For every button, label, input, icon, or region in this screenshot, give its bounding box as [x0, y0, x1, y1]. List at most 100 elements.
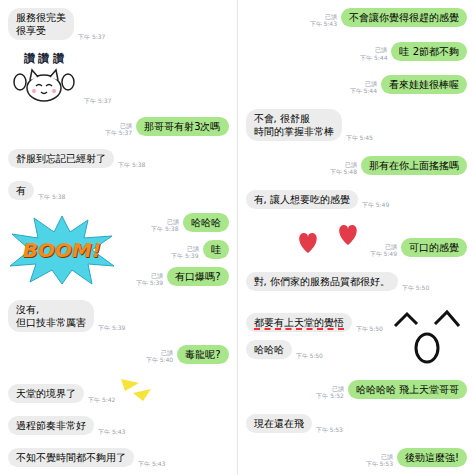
message-text: 看來娃娃很棒喔	[389, 79, 459, 90]
message-bubble: 哈哈哈	[246, 340, 292, 359]
sticker-text: 讚 讚 讚	[24, 53, 65, 64]
message-meta: 下午 5:45	[346, 134, 373, 141]
message-text: 哈哈哈	[191, 217, 221, 228]
message-text: 現在還在飛	[254, 418, 304, 429]
face-group: 都要有上天堂的覺悟下午 5:50哈哈哈下午 5:50	[246, 306, 468, 366]
message-row: 已讀下午 5:44 哇 2節都不夠	[246, 42, 468, 61]
chat-panel: 服務很完美 很享受下午 5:37讚 讚 讚下午 5:37已讀下午 5:37那哥哥…	[0, 0, 238, 475]
cat-sticker-icon	[12, 64, 76, 104]
message-bubble: 對, 你們家的服務品質都很好。	[246, 272, 398, 291]
message-bubble: 舒服到忘記已經射了	[8, 149, 114, 168]
message-time: 下午 5:38	[118, 161, 145, 168]
message-time: 下午 5:43	[310, 20, 337, 27]
boom-group: BOOM!已讀下午 5:38哈哈哈已讀下午 5:39哇已讀下午 5:39有口爆嗎…	[8, 213, 229, 286]
read-receipt: 已讀	[345, 161, 357, 168]
sticker: 讚 讚 讚	[8, 53, 80, 104]
message-row: 已讀下午 5:53 後勁這麼強!	[246, 448, 468, 467]
message-text: 不知不覺時間都不夠用了	[16, 452, 126, 463]
message-row: 服務很完美 很享受下午 5:37	[8, 8, 229, 40]
message-bubble: 有	[8, 181, 34, 200]
message-time: 下午 5:38	[151, 225, 178, 232]
message-row: 不知不覺時間都不夠用了下午 5:43	[8, 448, 229, 467]
message-bubble: 天堂的境界了	[8, 384, 84, 403]
message-meta: 下午 5:38	[118, 161, 145, 168]
message-time: 下午 5:48	[330, 168, 357, 175]
message-meta: 已讀下午 5:39	[136, 272, 163, 286]
message-text: 那有在你上面搖搖嗎	[369, 160, 459, 171]
message-time: 下午 5:50	[402, 284, 429, 291]
message-meta: 下午 5:50	[296, 352, 323, 359]
message-row: 已讀下午 5:49可口的感覺	[246, 223, 468, 257]
message-meta: 下午 5:39	[98, 324, 125, 331]
message-text: 對, 你們家的服務品質都很好。	[254, 276, 390, 287]
message-bubble: 哈哈哈哈 飛上天堂哥哥	[348, 380, 467, 399]
message-text: 有口爆嗎?	[175, 271, 220, 282]
message-text: 毒龍呢?	[185, 349, 220, 360]
message-row: 已讀下午 5:48 那有在你上面搖搖嗎	[246, 156, 468, 175]
message-meta: 已讀下午 5:44	[350, 80, 377, 94]
message-time: 下午 5:42	[88, 396, 115, 403]
message-row: 已讀下午 5:37那哥哥有射3次嗎	[8, 117, 229, 136]
message-text: 有	[16, 185, 26, 196]
read-receipt: 已讀	[187, 245, 199, 252]
message-row: 讚 讚 讚下午 5:37	[8, 53, 229, 104]
message-bubble: 有口爆嗎?	[167, 267, 228, 286]
message-row: 哈哈哈下午 5:50	[246, 340, 383, 359]
message-time: 下午 5:40	[146, 356, 173, 363]
message-text: 都要有上天堂的覺悟	[254, 317, 344, 330]
message-text: 不會, 很舒服 時間的掌握非常棒	[254, 113, 334, 137]
triangles-icon	[119, 377, 153, 403]
message-row: 現在還在飛下午 5:53	[246, 414, 468, 433]
message-bubble: 沒有, 但口技非常厲害	[8, 300, 94, 332]
message-text: 天堂的境界了	[16, 388, 76, 399]
message-meta: 已讀下午 5:38	[151, 218, 178, 232]
message-meta: 下午 5:43	[138, 460, 165, 467]
message-meta: 下午 5:37	[84, 97, 111, 104]
message-stack: 都要有上天堂的覺悟下午 5:50哈哈哈下午 5:50	[246, 313, 383, 359]
message-time: 下午 5:52	[316, 392, 343, 399]
message-meta: 已讀下午 5:40	[146, 349, 173, 363]
read-receipt: 已讀	[151, 272, 163, 279]
message-bubble: 哇 2節都不夠	[391, 42, 467, 61]
message-bubble: 可口的感覺	[401, 238, 467, 257]
message-text: 哈哈哈	[254, 344, 284, 355]
message-stack: 已讀下午 5:38哈哈哈已讀下午 5:39哇已讀下午 5:39有口爆嗎?	[120, 213, 229, 286]
message-time: 下午 5:50	[296, 352, 323, 359]
message-row: 已讀下午 5:43不會讓你覺得很趕的感覺	[246, 8, 468, 27]
message-row: 已讀下午 5:39哇	[120, 240, 229, 259]
message-row: 舒服到忘記已經射了下午 5:38	[8, 149, 229, 168]
message-time: 下午 5:38	[38, 193, 65, 200]
message-row: 已讀下午 5:38 哈哈哈	[120, 213, 229, 232]
message-meta: 已讀下午 5:53	[366, 453, 393, 467]
message-text: 服務很完美 很享受	[16, 12, 66, 36]
message-meta: 已讀下午 5:48	[330, 161, 357, 175]
hearts-icon	[296, 223, 366, 257]
message-row: 有下午 5:38	[8, 181, 229, 200]
message-time: 下午 5:44	[360, 54, 387, 61]
message-time: 下午 5:37	[105, 129, 132, 136]
message-text: 沒有, 但口技非常厲害	[16, 304, 86, 328]
message-text: 後勁這麼強!	[405, 452, 459, 463]
message-bubble: 不會, 很舒服 時間的掌握非常棒	[246, 109, 342, 141]
message-bubble: 有, 讓人想要吃的感覺	[246, 190, 358, 209]
read-receipt: 已讀	[375, 46, 387, 53]
message-row: 已讀下午 5:39 有口爆嗎?	[120, 267, 229, 286]
message-bubble: 毒龍呢?	[177, 345, 228, 364]
message-time: 下午 5:53	[316, 426, 343, 433]
message-time: 下午 5:37	[78, 33, 105, 40]
message-time: 下午 5:39	[171, 252, 198, 259]
message-time: 下午 5:53	[366, 460, 393, 467]
message-bubble: 不會讓你覺得很趕的感覺	[341, 8, 467, 27]
chat-panel: 已讀下午 5:43不會讓你覺得很趕的感覺已讀下午 5:44哇 2節都不夠已讀下午…	[238, 0, 475, 475]
boom-text: BOOM!	[23, 235, 101, 265]
message-time: 下午 5:43	[138, 460, 165, 467]
message-row: 不會, 很舒服 時間的掌握非常棒下午 5:45	[246, 109, 468, 141]
message-meta: 下午 5:42	[88, 396, 115, 403]
message-row: 沒有, 但口技非常厲害下午 5:39	[8, 300, 229, 332]
read-receipt: 已讀	[365, 80, 377, 87]
message-row: 已讀下午 5:44 看來娃娃很棒喔	[246, 75, 468, 94]
message-meta: 下午 5:50	[402, 284, 429, 291]
message-bubble: 那有在你上面搖搖嗎	[361, 156, 467, 175]
read-receipt: 已讀	[332, 385, 344, 392]
message-text: 那哥哥有射3次嗎	[144, 121, 220, 132]
